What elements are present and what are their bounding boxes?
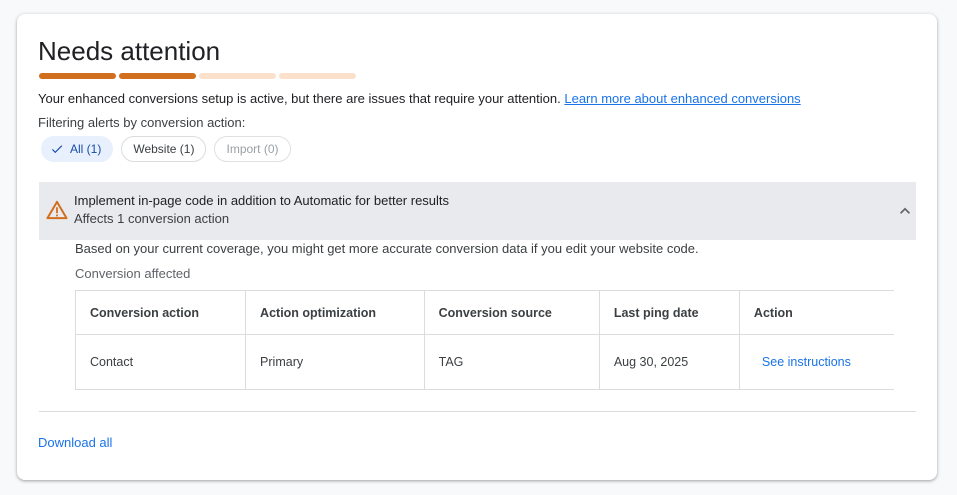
- table-cell: TAG: [423, 334, 600, 390]
- status-text: Your enhanced conversions setup is activ…: [38, 91, 561, 106]
- chip-website[interactable]: Website (1): [121, 136, 207, 162]
- chip-all[interactable]: All (1): [41, 136, 114, 162]
- see-instructions-link[interactable]: See instructions: [754, 355, 851, 369]
- needs-attention-card: Needs attention Your enhanced conversion…: [17, 14, 937, 480]
- alert-subtitle: Affects 1 conversion action: [74, 211, 230, 226]
- chip-all-label: All (1): [70, 142, 102, 156]
- chip-website-label: Website (1): [133, 142, 195, 156]
- column-header: Action: [738, 290, 894, 335]
- table-cell: Aug 30, 2025: [598, 334, 740, 390]
- column-header: Last ping date: [598, 290, 740, 335]
- table-cell: Primary: [245, 334, 425, 390]
- conversion-affected-label: Conversion affected: [75, 266, 191, 281]
- progress-segment-3: [199, 73, 276, 79]
- table-header-row: Conversion action Action optimization Co…: [74, 290, 894, 335]
- page-title: Needs attention: [38, 36, 221, 66]
- table-row: Contact Primary TAG Aug 30, 2025 See ins…: [74, 334, 894, 390]
- progress-indicator: [39, 73, 356, 79]
- warning-icon: [46, 200, 68, 225]
- filter-label: Filtering alerts by conversion action:: [38, 115, 246, 130]
- filter-chips: All (1) Website (1) Import (0): [41, 136, 291, 162]
- column-header: Conversion action: [74, 290, 247, 335]
- alert-title: Implement in-page code in addition to Au…: [74, 193, 450, 208]
- column-header: Action optimization: [245, 290, 425, 335]
- column-header: Conversion source: [423, 290, 600, 335]
- chip-import[interactable]: Import (0): [214, 136, 291, 162]
- check-icon: [50, 142, 64, 156]
- status-description: Your enhanced conversions setup is activ…: [38, 90, 801, 108]
- progress-segment-1: [39, 73, 116, 79]
- alert-body-text: Based on your current coverage, you migh…: [75, 241, 699, 256]
- progress-segment-4: [279, 73, 356, 79]
- chevron-up-icon[interactable]: [895, 201, 915, 226]
- progress-segment-2: [119, 73, 196, 79]
- download-all-button[interactable]: Download all: [38, 435, 112, 450]
- learn-more-link[interactable]: Learn more about enhanced conversions: [564, 91, 800, 106]
- table-cell: See instructions: [738, 334, 894, 390]
- table-cell: Contact: [74, 334, 247, 390]
- conversion-table: Conversion action Action optimization Co…: [74, 290, 894, 390]
- alert-header[interactable]: Implement in-page code in addition to Au…: [39, 182, 916, 240]
- divider: [39, 411, 916, 412]
- chip-import-label: Import (0): [226, 142, 279, 156]
